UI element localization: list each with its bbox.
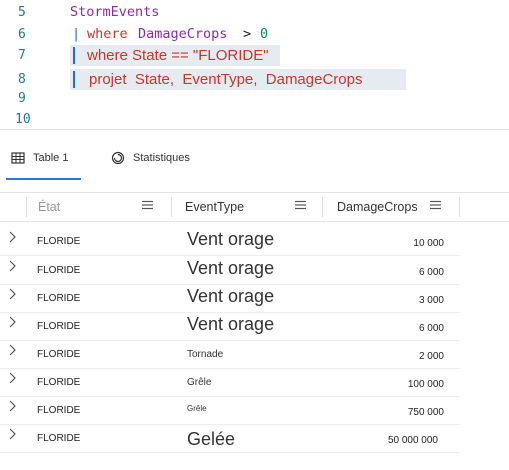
where-clause-text: where State == "FLORIDE" <box>87 47 269 64</box>
cell-damagecrops: 750 000 <box>407 407 444 418</box>
editor-line: 8 projet State, EventType, DamageCrops <box>0 69 509 90</box>
cell-eventtype: Vent orage <box>187 314 275 334</box>
editor-line: 6 | where DamageCrops > 0 <box>0 24 509 45</box>
column-separator <box>26 197 27 217</box>
cell-eventtype: Vent orage <box>187 286 275 306</box>
table-name-token: StormEvents <box>70 4 160 20</box>
column-menu-icon[interactable] <box>430 200 441 210</box>
cell-damagecrops: 3 000 <box>418 295 444 306</box>
tab-table-1[interactable]: Table 1 <box>11 144 68 172</box>
operator-token: > <box>243 26 252 42</box>
chevron-right-icon[interactable] <box>8 260 16 272</box>
column-header-label: EventType <box>185 200 245 214</box>
tab-label: Table 1 <box>33 152 69 164</box>
line-number: 10 <box>15 112 31 127</box>
line-number: 8 <box>18 72 26 87</box>
cell-eventtype: Vent orage <box>187 258 275 278</box>
column-separator <box>322 197 323 217</box>
cell-state: FLORIDE <box>37 405 81 416</box>
column-menu-icon[interactable] <box>295 200 306 210</box>
chevron-right-icon[interactable] <box>8 316 16 328</box>
cell-state: FLORIDE <box>37 321 81 332</box>
chevron-right-icon[interactable] <box>8 231 16 243</box>
tab-statistiques[interactable]: Statistiques <box>111 144 190 172</box>
column-separator <box>171 197 172 217</box>
cell-eventtype: Gelée <box>187 429 236 449</box>
table-row[interactable]: FLORIDE Vent orage 6 000 <box>0 256 460 285</box>
grid-header: État EventType DamageCrops <box>0 192 509 222</box>
table-row[interactable]: FLORIDE Grêle 100 000 <box>0 368 460 397</box>
pipe-token: | <box>72 26 81 42</box>
pipe-bar <box>73 47 75 64</box>
active-tab-indicator <box>6 178 81 180</box>
pipe-bar <box>73 71 75 88</box>
column-header-label: État <box>38 200 61 214</box>
column-header-damagecrops[interactable]: DamageCrops <box>337 193 418 221</box>
column-separator <box>459 197 460 217</box>
cell-damagecrops: 6 000 <box>418 323 444 334</box>
editor-line: 7 where State == "FLORIDE" <box>0 45 509 66</box>
column-header-label: DamageCrops <box>337 200 418 214</box>
cell-state: FLORIDE <box>37 265 81 276</box>
column-header-state[interactable]: État <box>38 193 60 221</box>
chevron-right-icon[interactable] <box>8 372 16 384</box>
cell-damagecrops: 2 000 <box>418 351 444 362</box>
table-row[interactable]: FLORIDE Vent orage 3 000 <box>0 284 460 313</box>
cell-damagecrops: 6 000 <box>418 267 444 278</box>
table-row[interactable]: FLORIDE Gelée 50 000 000 <box>0 424 460 453</box>
cell-eventtype: Vent orage <box>187 229 275 249</box>
cell-state: FLORIDE <box>37 433 81 444</box>
table-icon <box>11 152 25 164</box>
chevron-right-icon[interactable] <box>8 428 16 440</box>
stats-icon <box>111 151 125 165</box>
number-token: 0 <box>260 26 269 42</box>
line-number: 7 <box>18 48 26 63</box>
editor-line: 5 StormEvents <box>0 2 509 23</box>
chevron-right-icon[interactable] <box>8 400 16 412</box>
table-row[interactable]: FLORIDE Vent orage 6 000 <box>0 312 460 341</box>
line-number: 6 <box>18 27 26 42</box>
cell-eventtype: Grêle <box>187 404 207 413</box>
chevron-right-icon[interactable] <box>8 344 16 356</box>
tab-label: Statistiques <box>133 152 190 164</box>
cell-eventtype: Tornade <box>187 349 224 360</box>
cell-eventtype: Grêle <box>187 377 212 388</box>
column-header-eventtype[interactable]: EventType <box>185 193 244 221</box>
cell-damagecrops: 10 000 <box>413 238 444 249</box>
editor-line: 10 <box>0 109 509 130</box>
chevron-right-icon[interactable] <box>8 288 16 300</box>
cell-state: FLORIDE <box>37 349 81 360</box>
line-number: 5 <box>18 5 26 20</box>
where-keyword: where <box>87 26 128 42</box>
cell-state: FLORIDE <box>37 377 81 388</box>
cell-damagecrops: 100 000 <box>407 379 444 390</box>
results-tabs: Table 1 Statistiques <box>0 130 509 182</box>
cell-damagecrops: 50 000 000 <box>387 435 438 446</box>
cell-state: FLORIDE <box>37 236 81 247</box>
editor-line: 9 <box>0 88 509 109</box>
cell-state: FLORIDE <box>37 293 81 304</box>
column-menu-icon[interactable] <box>142 200 153 210</box>
project-clause-text: projet State, EventType, DamageCrops <box>89 71 363 88</box>
query-editor[interactable]: 5 StormEvents 6 | where DamageCrops > 0 … <box>0 0 509 130</box>
field-token: DamageCrops <box>138 26 228 42</box>
table-row[interactable]: FLORIDE Vent orage 10 000 <box>0 227 460 256</box>
table-row[interactable]: FLORIDE Grêle 750 000 <box>0 396 460 425</box>
table-row[interactable]: FLORIDE Tornade 2 000 <box>0 340 460 369</box>
line-number: 9 <box>18 91 26 106</box>
